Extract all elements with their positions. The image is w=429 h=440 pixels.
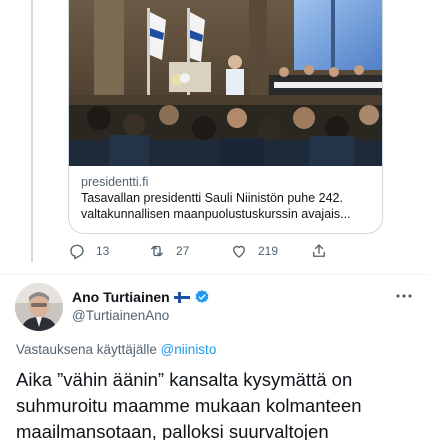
reply-icon — [70, 244, 84, 260]
like-count: 219 — [258, 244, 279, 258]
thread-connector-line — [31, 0, 33, 262]
retweet-count: 27 — [176, 244, 190, 258]
like-button[interactable]: 219 — [230, 242, 278, 260]
reply-button[interactable]: 13 — [68, 242, 109, 260]
tweet-action-bar: 13 27 219 — [68, 242, 368, 262]
reply-context: Vastauksena käyttäjälle @niinisto — [16, 342, 216, 357]
link-title-line-2: valtakunnallisen maanpuolustuskurssin av… — [81, 207, 351, 221]
link-preview-image[interactable] — [69, 0, 382, 166]
more-dots-icon — [396, 294, 412, 298]
hall-photo — [69, 0, 382, 166]
user-handle[interactable]: @TurtiainenAno — [72, 308, 169, 323]
tweet-divider — [0, 274, 429, 275]
tweet-text-line: Aika ”vähin äänin” kansalta kysymättä on — [16, 369, 353, 390]
tweet-text-line: suhmuroitu maamme mukaan kolmanteen — [16, 395, 362, 416]
share-button[interactable] — [310, 242, 338, 260]
verified-badge-icon — [195, 290, 209, 303]
more-options-button[interactable] — [393, 287, 415, 305]
finnish-flag-icon — [173, 291, 190, 303]
tweet-text: Aika ”vähin äänin” kansalta kysymättä on… — [16, 367, 416, 440]
link-preview-card[interactable]: presidentti.fi Tasavallan presidentti Sa… — [68, 0, 383, 234]
retweet-button[interactable]: 27 — [148, 242, 189, 260]
display-name[interactable]: Ano Turtiainen — [72, 289, 170, 305]
avatar-photo — [15, 283, 63, 331]
reply-prefix: Vastauksena käyttäjälle — [16, 342, 161, 357]
share-icon — [313, 244, 325, 257]
retweet-icon — [151, 245, 163, 257]
reply-mention-link[interactable]: @niinisto — [161, 342, 217, 357]
reply-count: 13 — [96, 244, 110, 258]
tweet-text-line: maailmansotaan, palloksi suurvaltojen — [16, 421, 329, 440]
link-title-line-1: Tasavallan presidentti Sauli Niinistön p… — [81, 191, 343, 205]
heart-icon — [233, 245, 245, 258]
link-domain: presidentti.fi — [81, 175, 149, 189]
avatar[interactable] — [15, 283, 63, 331]
